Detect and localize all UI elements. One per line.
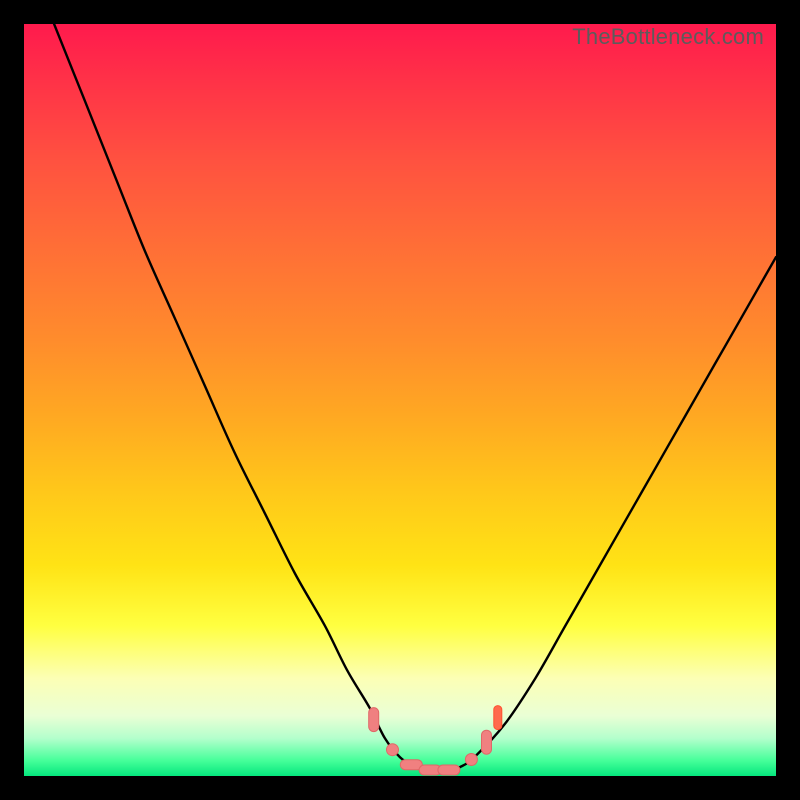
plot-area: TheBottleneck.com	[24, 24, 776, 776]
background-gradient	[24, 24, 776, 776]
chart-frame: TheBottleneck.com	[0, 0, 800, 800]
attribution-text: TheBottleneck.com	[572, 24, 764, 50]
